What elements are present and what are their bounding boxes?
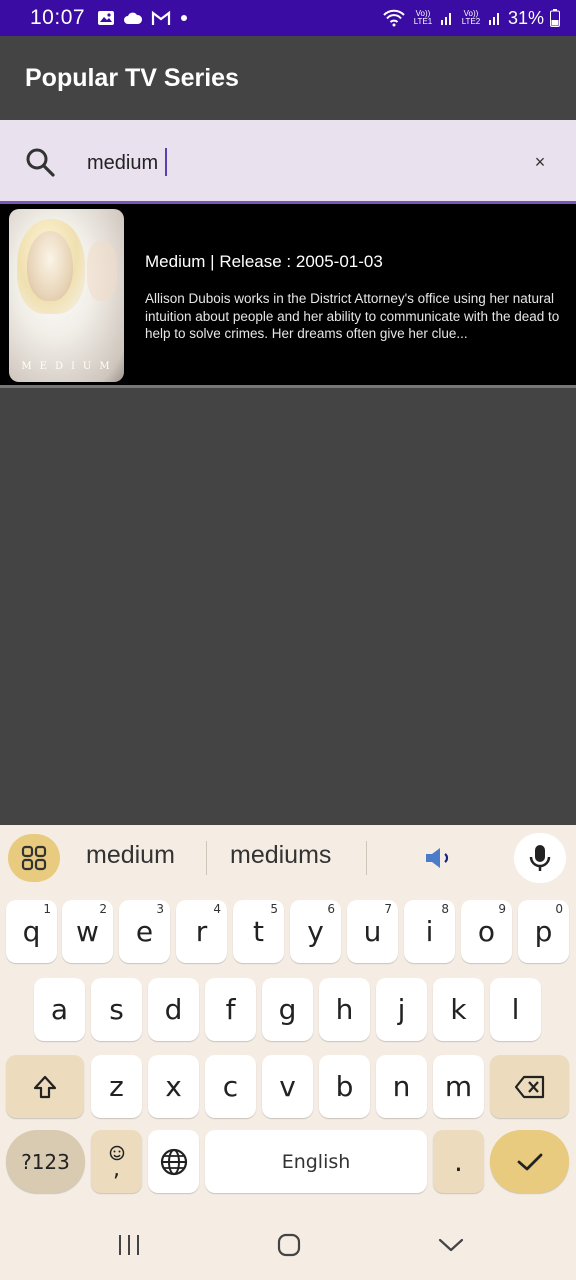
key-l[interactable]: l bbox=[490, 978, 541, 1041]
clear-search-button[interactable]: × bbox=[528, 150, 552, 174]
status-time: 10:07 bbox=[30, 6, 86, 29]
signal-icon bbox=[488, 13, 499, 25]
key-e[interactable]: 3e bbox=[119, 900, 170, 963]
list-item[interactable]: MEDIUM Medium | Release : 2005-01-03 All… bbox=[0, 204, 576, 388]
speaker-icon[interactable] bbox=[423, 845, 455, 871]
suggestion-2[interactable]: mediums bbox=[230, 841, 331, 870]
search-icon[interactable] bbox=[24, 146, 56, 178]
status-right: Vo)) LTE1 Vo)) LTE2 31% bbox=[382, 8, 560, 29]
poster-hand bbox=[87, 241, 117, 301]
grid-icon bbox=[21, 845, 47, 871]
battery-icon bbox=[550, 9, 560, 27]
key-m[interactable]: m bbox=[433, 1055, 484, 1118]
signal-icon bbox=[440, 13, 451, 25]
key-k[interactable]: k bbox=[433, 978, 484, 1041]
comma-label: , bbox=[113, 1156, 120, 1182]
status-bar: 10:07 Vo)) LTE1 Vo)) LTE2 31% bbox=[0, 0, 576, 36]
shift-icon bbox=[33, 1075, 57, 1098]
key-x[interactable]: x bbox=[148, 1055, 199, 1118]
key-i[interactable]: 8i bbox=[404, 900, 455, 963]
screen: 10:07 Vo)) LTE1 Vo)) LTE2 31% Popular TV… bbox=[0, 0, 576, 1280]
dot-icon bbox=[181, 15, 188, 21]
language-key[interactable] bbox=[148, 1130, 199, 1193]
gallery-icon bbox=[98, 11, 115, 25]
key-s[interactable]: s bbox=[91, 978, 142, 1041]
cloud-icon bbox=[124, 12, 143, 24]
key-b[interactable]: b bbox=[319, 1055, 370, 1118]
key-w[interactable]: 2w bbox=[62, 900, 113, 963]
key-t[interactable]: 5t bbox=[233, 900, 284, 963]
keyboard: medium mediums 1q 2w 3e 4r 5t 6y 7u 8i 9… bbox=[0, 825, 576, 1280]
key-f[interactable]: f bbox=[205, 978, 256, 1041]
key-h[interactable]: h bbox=[319, 978, 370, 1041]
result-description: Allison Dubois works in the District Att… bbox=[145, 291, 560, 341]
key-r[interactable]: 4r bbox=[176, 900, 227, 963]
suggestion-divider bbox=[206, 841, 207, 875]
app-bar: Popular TV Series bbox=[0, 36, 576, 120]
suggestion-divider bbox=[366, 841, 367, 875]
backspace-key[interactable] bbox=[490, 1055, 569, 1118]
search-bar bbox=[0, 120, 576, 204]
key-p[interactable]: 0p bbox=[518, 900, 569, 963]
key-v[interactable]: v bbox=[262, 1055, 313, 1118]
key-n[interactable]: n bbox=[376, 1055, 427, 1118]
suggestion-1[interactable]: medium bbox=[86, 841, 175, 870]
wifi-icon bbox=[383, 9, 405, 27]
key-a[interactable]: a bbox=[34, 978, 85, 1041]
sim1-label: Vo)) LTE1 bbox=[413, 9, 433, 26]
voice-input-button[interactable] bbox=[514, 833, 566, 883]
key-g[interactable]: g bbox=[262, 978, 313, 1041]
key-q[interactable]: 1q bbox=[6, 900, 57, 963]
system-nav-bar bbox=[0, 1210, 576, 1280]
symbols-key[interactable]: ?123 bbox=[6, 1130, 85, 1193]
checkmark-icon bbox=[517, 1153, 542, 1170]
search-input[interactable] bbox=[87, 148, 507, 178]
gmail-icon bbox=[151, 10, 171, 25]
key-c[interactable]: c bbox=[205, 1055, 256, 1118]
poster-title: MEDIUM bbox=[21, 361, 118, 372]
back-icon[interactable] bbox=[437, 1234, 465, 1256]
recent-apps-icon[interactable] bbox=[116, 1232, 142, 1258]
shift-key[interactable] bbox=[6, 1055, 84, 1118]
key-z[interactable]: z bbox=[91, 1055, 142, 1118]
period-key[interactable]: . bbox=[433, 1130, 484, 1193]
poster-image: MEDIUM bbox=[9, 209, 124, 382]
key-u[interactable]: 7u bbox=[347, 900, 398, 963]
enter-key[interactable] bbox=[490, 1130, 569, 1193]
key-d[interactable]: d bbox=[148, 978, 199, 1041]
poster-face bbox=[27, 231, 73, 301]
battery-percent: 31% bbox=[507, 7, 544, 28]
space-bar[interactable]: English bbox=[205, 1130, 427, 1193]
sim2-label: Vo)) LTE2 bbox=[461, 9, 481, 26]
globe-icon bbox=[160, 1148, 187, 1175]
keyboard-apps-button[interactable] bbox=[8, 834, 60, 882]
notification-icons bbox=[97, 9, 189, 27]
mic-icon bbox=[529, 845, 551, 871]
key-o[interactable]: 9o bbox=[461, 900, 512, 963]
home-icon[interactable] bbox=[276, 1232, 302, 1258]
key-y[interactable]: 6y bbox=[290, 900, 341, 963]
text-cursor bbox=[165, 148, 167, 176]
emoji-comma-key[interactable]: , bbox=[91, 1130, 142, 1193]
result-title: Medium | Release : 2005-01-03 bbox=[145, 252, 383, 271]
backspace-icon bbox=[514, 1075, 544, 1098]
suggestion-bar: medium mediums bbox=[0, 825, 576, 891]
page-title: Popular TV Series bbox=[25, 63, 239, 92]
key-j[interactable]: j bbox=[376, 978, 427, 1041]
